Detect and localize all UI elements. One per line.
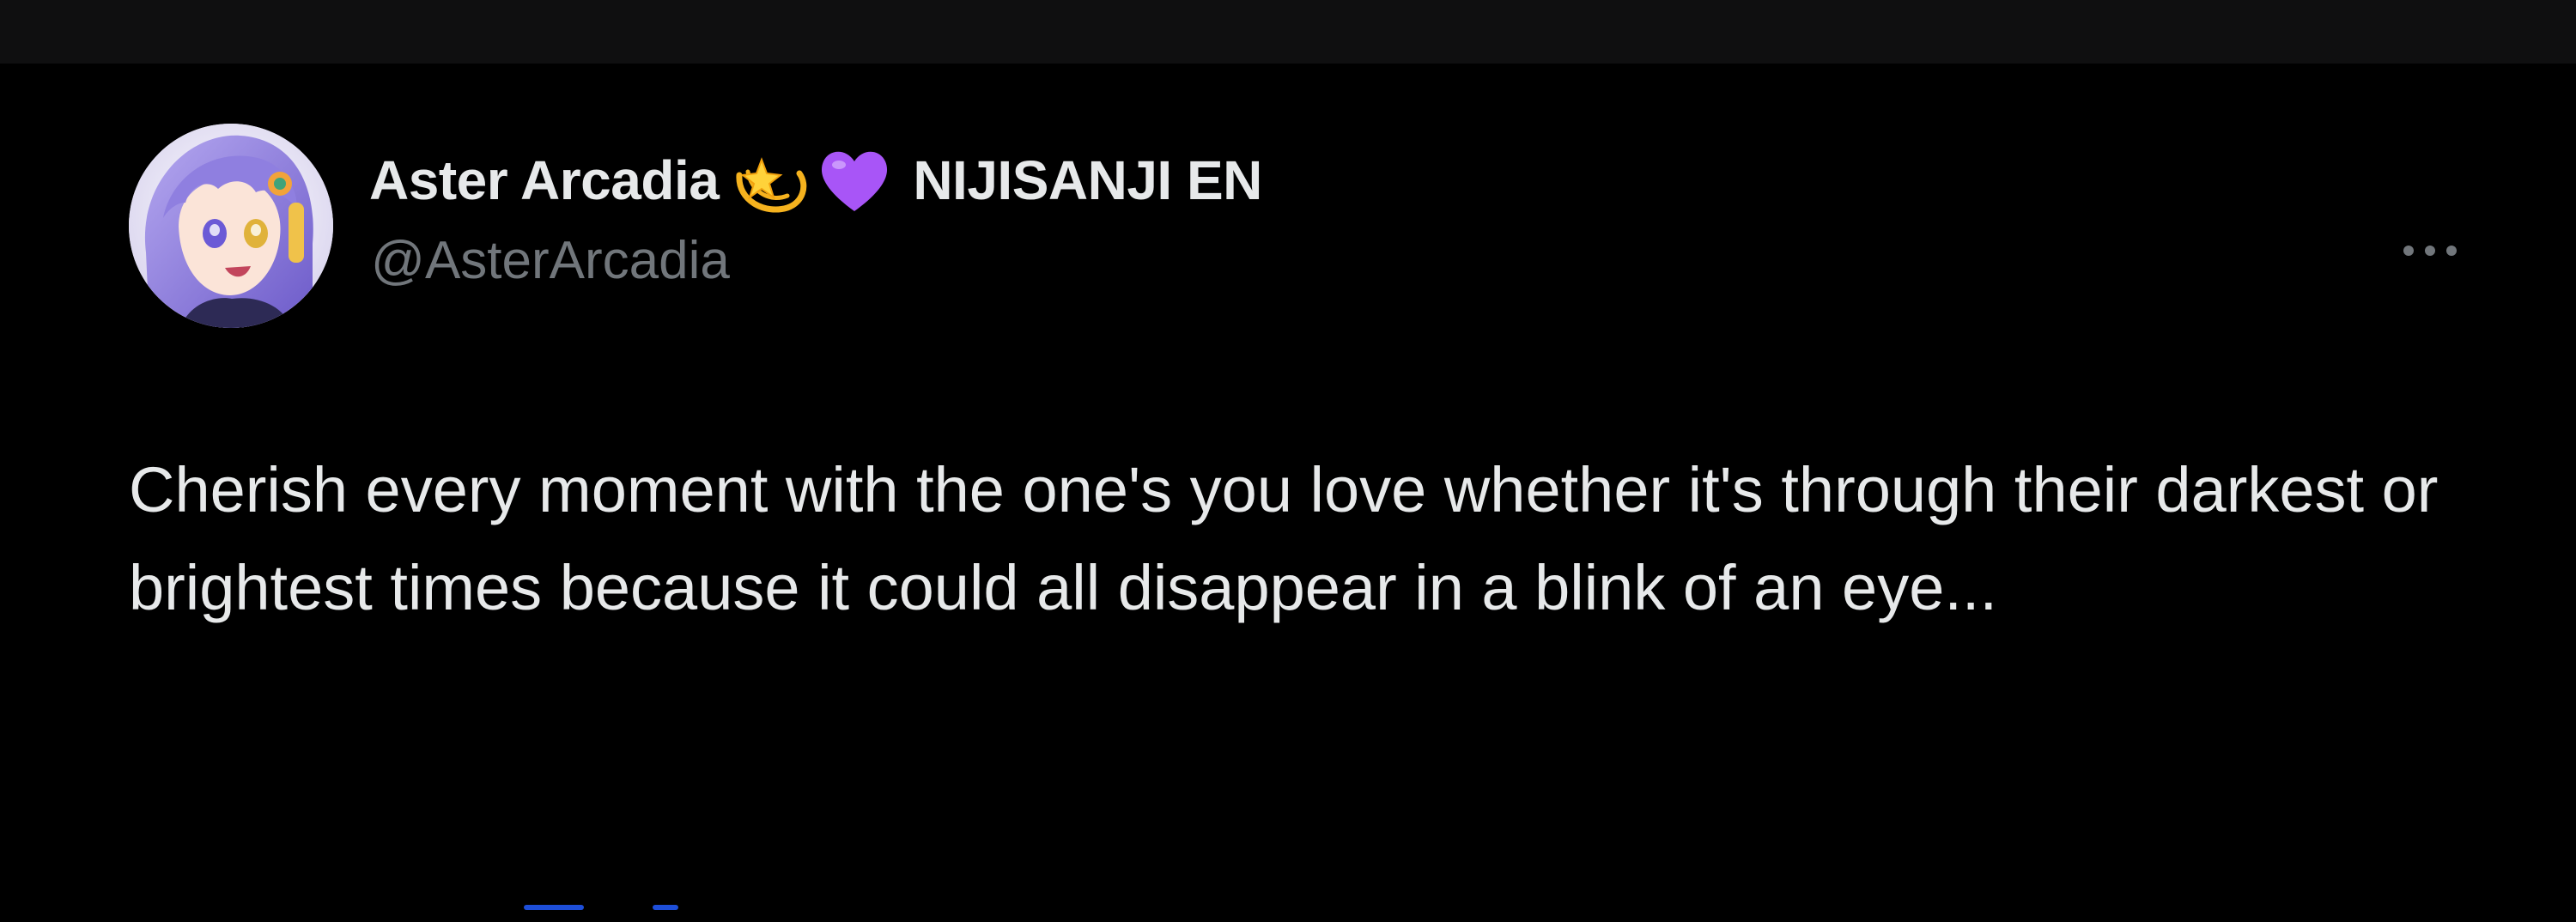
cut-off-content (515, 900, 721, 922)
purple-heart-emoji-icon (815, 141, 894, 220)
post-text: Cherish every moment with the one's you … (129, 454, 2439, 623)
more-options-button[interactable] (2396, 216, 2464, 285)
avatar[interactable] (129, 124, 333, 328)
avatar-image (129, 124, 333, 328)
author-handle[interactable]: @AsterArcadia (371, 230, 730, 291)
affiliation-label: NIJISANJI EN (913, 149, 1262, 211)
more-horizontal-icon (2403, 246, 2457, 256)
display-name[interactable]: Aster Arcadia (369, 149, 720, 212)
dizzy-star-emoji-icon (731, 141, 810, 220)
post[interactable]: Aster Arcadia NIJISANJI EN @AsterArcadia… (0, 64, 2576, 910)
author-name-row[interactable]: Aster Arcadia NIJISANJI EN (369, 139, 1262, 221)
top-bar (0, 0, 2576, 64)
